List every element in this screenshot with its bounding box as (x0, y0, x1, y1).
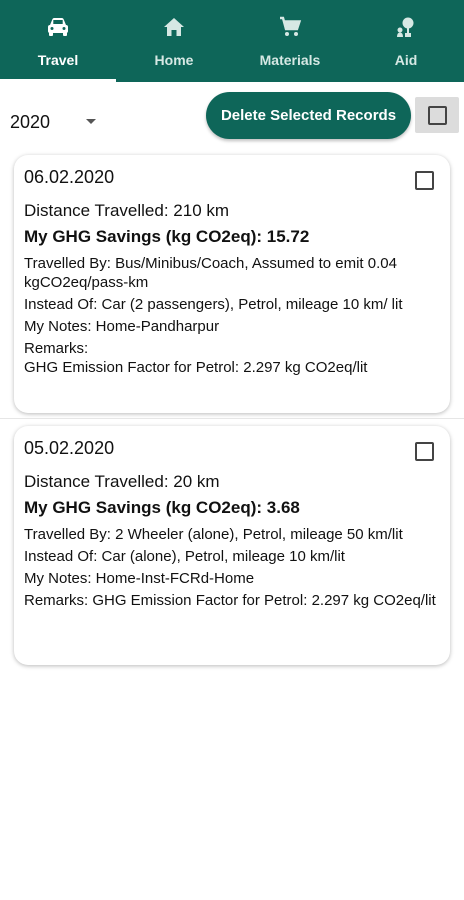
tab-home[interactable]: Home (116, 0, 232, 82)
select-all-checkbox[interactable] (427, 105, 447, 125)
record-ghg-savings: My GHG Savings (kg CO2eq): 15.72 (24, 227, 310, 246)
record-select-checkbox[interactable] (415, 442, 434, 461)
tab-materials-label: Materials (259, 52, 321, 68)
car-icon (45, 14, 71, 40)
tab-aid-label: Aid (394, 52, 418, 68)
list-divider (0, 418, 464, 419)
tab-aid[interactable]: Aid (348, 0, 464, 82)
record-instead-of: Instead Of: Car (2 passengers), Petrol, … (24, 296, 403, 313)
record-remarks: Remarks: GHG Emission Factor for Petrol:… (24, 592, 436, 609)
select-all-checkbox-wrap[interactable] (415, 97, 459, 133)
tab-home-label: Home (154, 52, 194, 68)
record-distance: Distance Travelled: 210 km (24, 201, 230, 220)
record-remarks: Remarks: GHG Emission Factor for Petrol:… (24, 340, 368, 376)
aid-icon (393, 14, 419, 40)
record-notes: My Notes: Home-Pandharpur (24, 318, 220, 335)
tab-travel[interactable]: Travel (0, 0, 116, 82)
record-notes: My Notes: Home-Inst-FCRd-Home (24, 570, 255, 587)
cart-icon (277, 14, 303, 40)
top-tab-bar: Travel Home Materials Aid (0, 0, 464, 82)
record-distance: Distance Travelled: 20 km (24, 472, 220, 491)
dropdown-arrow-icon (86, 119, 96, 124)
year-dropdown[interactable]: 2020 (10, 110, 100, 134)
record-select-checkbox[interactable] (415, 171, 434, 190)
record-card: 06.02.2020 Distance Travelled: 210 km My… (14, 155, 450, 413)
record-travelled-by: Travelled By: 2 Wheeler (alone), Petrol,… (24, 526, 403, 543)
record-date: 06.02.2020 (24, 167, 115, 187)
record-card: 05.02.2020 Distance Travelled: 20 km My … (14, 426, 450, 665)
record-ghg-savings: My GHG Savings (kg CO2eq): 3.68 (24, 498, 300, 517)
home-icon (161, 14, 187, 40)
records-toolbar: 2020 Delete Selected Records (0, 82, 464, 154)
tab-travel-label: Travel (37, 52, 79, 68)
tab-materials[interactable]: Materials (232, 0, 348, 82)
record-date: 05.02.2020 (24, 438, 115, 458)
delete-selected-button[interactable]: Delete Selected Records (206, 92, 411, 139)
record-instead-of: Instead Of: Car (alone), Petrol, mileage… (24, 548, 345, 565)
year-dropdown-value: 2020 (10, 111, 51, 132)
record-travelled-by: Travelled By: Bus/Minibus/Coach, Assumed… (24, 255, 397, 291)
